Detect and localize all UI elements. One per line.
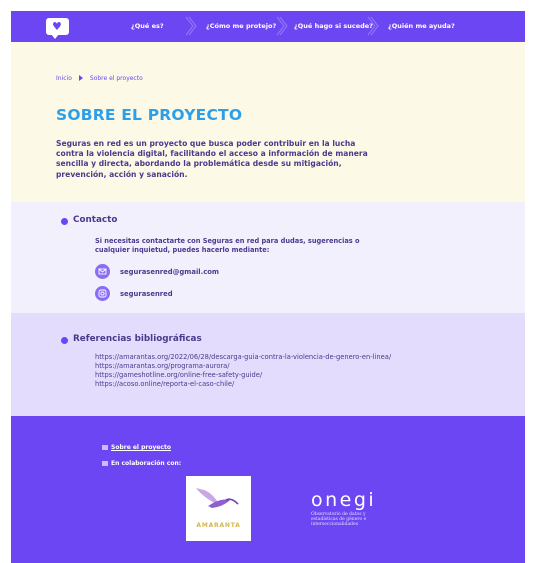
bullet-dot [61,218,68,225]
footer-about-link[interactable]: Sobre el proyecto [111,444,171,451]
email-icon[interactable] [95,264,110,279]
onegi-subtitle: Observatorio de datos y estadísticas de … [311,512,367,527]
reference-link[interactable]: https://amarantas.org/2022/06/28/descarg… [95,353,391,362]
onegi-wordmark: onegi [311,489,377,511]
chevron-right-icon [276,16,288,36]
square-bullet-icon [102,445,108,450]
nav-que-hago[interactable]: ¿Qué hago si sucede? [294,11,373,42]
references-section: Referencias bibliográficas https://amara… [11,313,525,416]
intro-text: Seguras en red es un proyecto que busca … [56,139,368,179]
bird-logo-icon [196,488,239,508]
amaranta-wordmark: AMARANTA [196,522,241,529]
breadcrumb: Inicio Sobre el proyecto [56,75,143,82]
footer-collab-label: En colaboración con: [111,460,182,467]
heart-icon: ♥ [52,20,62,33]
bullet-dot [61,337,68,344]
contact-instagram[interactable]: segurasenred [120,290,173,298]
onegi-logo[interactable]: onegi Observatorio de datos y estadístic… [311,489,381,528]
breadcrumb-home[interactable]: Inicio [56,75,72,82]
breadcrumb-arrow-icon [78,75,83,81]
contact-text: Si necesitas contactarte con Seguras en … [95,237,360,254]
page-title: SOBRE EL PROYECTO [56,106,243,124]
reference-link[interactable]: https://acoso.online/reporta-el-caso-chi… [95,380,391,389]
instagram-icon[interactable] [95,286,110,301]
nav-quien-me-ayuda[interactable]: ¿Quién me ayuda? [388,11,455,42]
contact-email[interactable]: segurasenred@gmail.com [120,268,219,276]
square-bullet-icon [102,461,108,466]
references-title: Referencias bibliográficas [73,334,202,344]
chevron-right-icon [185,16,197,36]
hero-section: Inicio Sobre el proyecto SOBRE EL PROYECT… [11,42,525,202]
nav-que-es[interactable]: ¿Qué es? [131,11,164,42]
amaranta-logo[interactable]: AMARANTA [186,476,251,541]
reference-list: https://amarantas.org/2022/06/28/descarg… [95,353,391,389]
nav-como-me-protejo[interactable]: ¿Cómo me protejo? [206,11,276,42]
footer: Sobre el proyecto En colaboración con: A… [11,416,525,563]
logo-icon[interactable]: ♥ [46,18,69,39]
top-nav: ♥ ¿Qué es? ¿Cómo me protejo? ¿Qué hago s… [11,11,525,42]
chevron-right-icon [367,16,379,36]
breadcrumb-current: Sobre el proyecto [89,75,143,82]
reference-link[interactable]: https://gameshotline.org/online-free-saf… [95,371,391,380]
page: ♥ ¿Qué es? ¿Cómo me protejo? ¿Qué hago s… [11,11,525,563]
reference-link[interactable]: https://amarantas.org/programa-aurora/ [95,362,391,371]
contact-section: Contacto Si necesitas contactarte con Se… [11,202,525,313]
contact-title: Contacto [73,215,118,225]
